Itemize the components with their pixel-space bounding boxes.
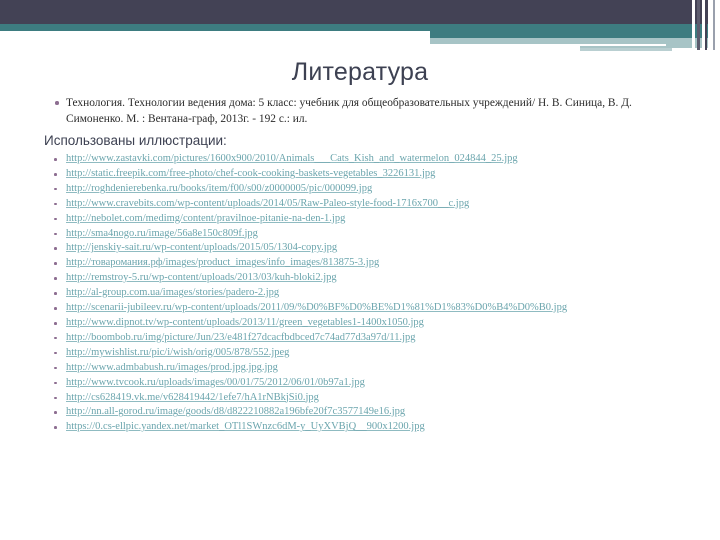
list-item: http://mywishlist.ru/pic/i/wish/orig/005… <box>0 346 720 361</box>
link-url[interactable]: https://0.cs-ellpic.yandex.net/market_OT… <box>66 421 425 432</box>
link-url[interactable]: http://www.dipnot.tv/wp-content/uploads/… <box>66 317 424 328</box>
list-item: http://nebolet.com/medimg/content/pravil… <box>0 212 720 227</box>
list-item: http://static.freepik.com/free-photo/che… <box>0 167 720 182</box>
light-teal-band <box>0 38 708 48</box>
link-url[interactable]: http://scenarii-jubileev.ru/wp-content/u… <box>66 302 567 313</box>
illustration-links-list: http://www.zastavki.com/pictures/1600x90… <box>0 152 720 435</box>
bullet-dot-icon <box>54 411 57 414</box>
bullet-dot-icon <box>54 262 57 265</box>
vertical-stripe-2 <box>697 0 700 50</box>
bullet-dot-icon <box>54 158 57 161</box>
decoration-hairline-bottom <box>580 48 672 51</box>
bullet-dot-icon <box>54 247 57 251</box>
bullet-dot-icon <box>54 292 57 295</box>
link-url[interactable]: http://www.cravebits.com/wp-content/uplo… <box>66 198 469 209</box>
bullet-dot-icon <box>55 101 59 105</box>
slide-title: Литература <box>291 58 429 86</box>
list-item: https://0.cs-ellpic.yandex.net/market_OT… <box>0 420 720 435</box>
bullet-dot-icon <box>54 381 57 385</box>
bullet-dot-icon <box>54 187 57 191</box>
vertical-stripe-7 <box>716 0 720 56</box>
list-item: http://scenarii-jubileev.ru/wp-content/u… <box>0 301 720 316</box>
list-item: http://товаромания.рф/images/product_ima… <box>0 256 720 271</box>
list-item: http://www.tvcook.ru/uploads/images/00/0… <box>0 376 720 391</box>
list-item: http://www.cravebits.com/wp-content/uplo… <box>0 197 720 212</box>
bullet-dot-icon <box>54 172 57 176</box>
list-item: http://al-group.com.ua/images/stories/pa… <box>0 286 720 301</box>
link-url[interactable]: http://товаромания.рф/images/product_ima… <box>66 257 379 268</box>
teal-band <box>0 24 708 38</box>
vertical-stripe-3 <box>702 0 705 56</box>
dark-band <box>0 0 708 24</box>
reference-bullet: Технология. Технологии ведения дома: 5 к… <box>0 96 720 127</box>
bullet-dot-icon <box>54 366 57 370</box>
list-item: http://sma4nogo.ru/image/56a8e150c809f.j… <box>0 227 720 242</box>
link-url[interactable]: http://nebolet.com/medimg/content/pravil… <box>66 213 345 224</box>
bullet-dot-icon <box>54 217 57 221</box>
list-item: http://remstroy-5.ru/wp-content/uploads/… <box>0 271 720 286</box>
link-url[interactable]: http://static.freepik.com/free-photo/che… <box>66 168 435 179</box>
bullet-dot-icon <box>54 336 57 340</box>
link-url[interactable]: http://boombob.ru/img/picture/Jun/23/e48… <box>66 332 416 343</box>
link-url[interactable]: http://remstroy-5.ru/wp-content/uploads/… <box>66 272 337 283</box>
bullet-dot-icon <box>54 426 57 429</box>
link-url[interactable]: http://al-group.com.ua/images/stories/pa… <box>66 287 279 298</box>
link-url[interactable]: http://roghdenierebenka.ru/books/item/f0… <box>66 183 372 194</box>
vertical-stripe-5 <box>709 0 712 56</box>
link-url[interactable]: http://nn.all-gorod.ru/image/goods/d8/d8… <box>66 406 405 417</box>
link-url[interactable]: http://mywishlist.ru/pic/i/wish/orig/005… <box>66 347 289 358</box>
link-url[interactable]: http://sma4nogo.ru/image/56a8e150c809f.j… <box>66 228 258 239</box>
bullet-dot-icon <box>54 396 57 400</box>
list-item: http://www.zastavki.com/pictures/1600x90… <box>0 152 720 167</box>
vertical-stripe-6 <box>713 0 715 50</box>
slide-content: Технология. Технологии ведения дома: 5 к… <box>0 96 720 435</box>
bullet-dot-icon <box>54 202 57 206</box>
link-url[interactable]: http://www.admbabush.ru/images/prod.jpg.… <box>66 362 278 373</box>
bullet-dot-icon <box>54 321 57 325</box>
link-url[interactable]: http://www.zastavki.com/pictures/1600x90… <box>66 153 518 164</box>
list-item: http://www.dipnot.tv/wp-content/uploads/… <box>0 316 720 331</box>
vertical-stripe-4 <box>705 0 707 50</box>
bullet-dot-icon <box>54 307 57 310</box>
list-item: http://nn.all-gorod.ru/image/goods/d8/d8… <box>0 405 720 420</box>
list-item: http://roghdenierebenka.ru/books/item/f0… <box>0 182 720 197</box>
decoration-hairline-top <box>430 44 666 46</box>
link-url[interactable]: http://cs628419.vk.me/v628419442/1efe7/h… <box>66 392 319 403</box>
list-item: http://cs628419.vk.me/v628419442/1efe7/h… <box>0 391 720 406</box>
bullet-dot-icon <box>54 277 57 280</box>
list-item: http://jenskiy-sait.ru/wp-content/upload… <box>0 241 720 256</box>
bullet-dot-icon <box>54 351 57 355</box>
slide-header-decoration <box>0 0 720 62</box>
list-item: http://boombob.ru/img/picture/Jun/23/e48… <box>0 331 720 346</box>
link-url[interactable]: http://jenskiy-sait.ru/wp-content/upload… <box>66 242 337 253</box>
link-url[interactable]: http://www.tvcook.ru/uploads/images/00/0… <box>66 377 365 388</box>
list-item: http://www.admbabush.ru/images/prod.jpg.… <box>0 361 720 376</box>
reference-text: Технология. Технологии ведения дома: 5 к… <box>66 97 632 125</box>
bullet-dot-icon <box>54 232 57 236</box>
illustrations-heading: Использованы иллюстрации: <box>44 133 227 148</box>
vertical-stripe-1 <box>692 0 695 56</box>
